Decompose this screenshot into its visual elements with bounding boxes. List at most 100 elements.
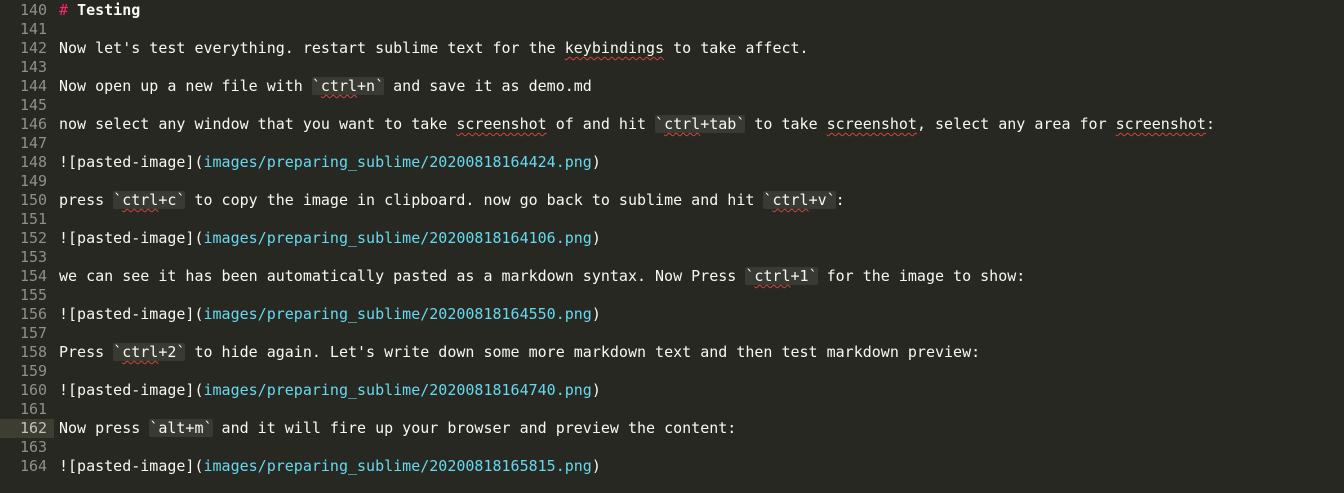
line-number-text: 149 [20,172,48,190]
inline-code: `ctrl+2` [113,343,186,361]
editor-line[interactable]: 154 we can see it has been automatically … [0,267,1344,286]
editor-line[interactable]: 162 Now press `alt+m` and it will fire up… [0,419,1344,438]
line-number-text: 152 [20,229,48,247]
line-number-text: 164 [20,457,48,475]
text-token: Press [59,343,114,361]
editor-line[interactable]: 153 [0,248,1344,267]
editor-line[interactable]: 155 [0,286,1344,305]
spellcheck-word: screenshot [826,115,917,133]
line-number: 162 [0,419,54,438]
spellcheck-word: ctrl [664,115,701,133]
editor-line[interactable]: 150 press `ctrl+c` to copy the image in c… [0,191,1344,210]
line-content: Now open up a new file with `ctrl+n` and… [59,77,592,96]
line-number: 160 [0,381,54,400]
text-token: now select any window that you want to t… [59,115,457,133]
line-content: ![pasted-image](images/preparing_sublime… [59,305,601,324]
editor-line[interactable]: 157 [0,324,1344,343]
spellcheck-word: screenshot [1115,115,1206,133]
line-number-text: 154 [20,267,48,285]
editor-line[interactable]: 151 [0,210,1344,229]
editor-line[interactable]: 143 [0,58,1344,77]
line-number: 140 [0,1,54,20]
editor-line[interactable]: 164 ![pasted-image](images/preparing_subl… [0,457,1344,476]
text-token: : [1205,115,1215,133]
editor-line[interactable]: 160 ![pasted-image](images/preparing_subl… [0,381,1344,400]
editor-line[interactable]: 148 ![pasted-image](images/preparing_subl… [0,153,1344,172]
line-number-text: 157 [20,324,48,342]
line-number: 147 [0,134,54,153]
line-number: 142 [0,39,54,58]
text-token: , select any area for [916,115,1116,133]
inline-code: `ctrl+v` [763,191,836,209]
editor-line[interactable]: 146 now select any window that you want t… [0,115,1344,134]
text-token: to take affect. [664,39,809,57]
line-number-text: 150 [20,191,48,209]
line-number: 158 [0,343,54,362]
link-url: images/preparing_sublime/20200818164740.… [203,381,592,399]
line-number: 159 [0,362,54,381]
editor-line[interactable]: 144 Now open up a new file with `ctrl+n` … [0,77,1344,96]
line-content: Now press `alt+m` and it will fire up yo… [59,419,736,438]
spellcheck-word: ctrl [320,77,358,95]
line-number-text: 140 [20,1,48,19]
spellcheck-word: keybindings [564,39,665,57]
heading-marker: # [59,1,78,19]
editor-line[interactable]: 163 [0,438,1344,457]
editor-line[interactable]: 142 Now let's test everything. restart su… [0,39,1344,58]
line-number-text: 153 [20,248,48,266]
text-token: Now press [59,419,150,437]
line-content: now select any window that you want to t… [59,115,1215,134]
text-token: we can see it has been automatically pas… [59,267,746,285]
text-token: Now open up a new file with [59,77,312,95]
spellcheck-word: ctrl [122,343,159,361]
text-token: and save it as demo.md [384,77,592,95]
text-token: to copy the image in clipboard. now go b… [185,191,764,209]
editor-line[interactable]: 140 # Testing [0,1,1344,20]
text-token: to take [745,115,827,133]
text-token: ) [591,381,601,399]
link-url: images/preparing_sublime/20200818164106.… [203,229,592,247]
text-token: ) [591,153,601,171]
spellcheck-word: ctrl [122,191,159,209]
line-number-text: 141 [20,20,48,38]
line-content: ![pasted-image](images/preparing_sublime… [59,229,601,248]
text-token: ![pasted-image]( [59,381,204,399]
line-number: 164 [0,457,54,476]
inline-code: `ctrl+n` [311,77,385,95]
line-content: we can see it has been automatically pas… [59,267,1025,286]
text-token: Now let's test everything. restart subli… [59,39,565,57]
editor-line[interactable]: 152 ![pasted-image](images/preparing_subl… [0,229,1344,248]
line-number: 149 [0,172,54,191]
line-number-text: 148 [20,153,48,171]
line-number-text: 156 [20,305,48,323]
editor-line[interactable]: 147 [0,134,1344,153]
text-token: to hide again. Let's write down some mor… [185,343,981,361]
text-token: ![pasted-image]( [59,153,204,171]
spellcheck-word: ctrl [754,267,791,285]
editor-line[interactable]: 149 [0,172,1344,191]
editor-line[interactable]: 158 Press `ctrl+2` to hide again. Let's w… [0,343,1344,362]
line-content: # Testing [59,1,140,20]
editor-line[interactable]: 156 ![pasted-image](images/preparing_subl… [0,305,1344,324]
text-token: and it will fire up your browser and pre… [212,419,737,437]
editor-line[interactable]: 141 [0,20,1344,39]
line-number: 148 [0,153,54,172]
editor-line[interactable]: 159 [0,362,1344,381]
line-number-text: 162 [20,419,48,437]
editor-line[interactable]: 161 [0,400,1344,419]
line-number: 154 [0,267,54,286]
line-number-text: 160 [20,381,48,399]
inline-code: `ctrl+tab` [655,115,746,133]
line-number-text: 161 [20,400,48,418]
text-token: press [59,191,114,209]
editor-line[interactable]: 145 [0,96,1344,115]
line-content: press `ctrl+c` to copy the image in clip… [59,191,845,210]
code-editor[interactable]: 140 # Testing 141 142 Now let's test everyth… [0,0,1344,493]
heading-text: Testing [77,1,141,19]
line-number: 143 [0,58,54,77]
line-number: 145 [0,96,54,115]
inline-code: `alt+m` [149,419,213,437]
line-number-text: 159 [20,362,48,380]
line-number-text: 145 [20,96,48,114]
line-number: 163 [0,438,54,457]
